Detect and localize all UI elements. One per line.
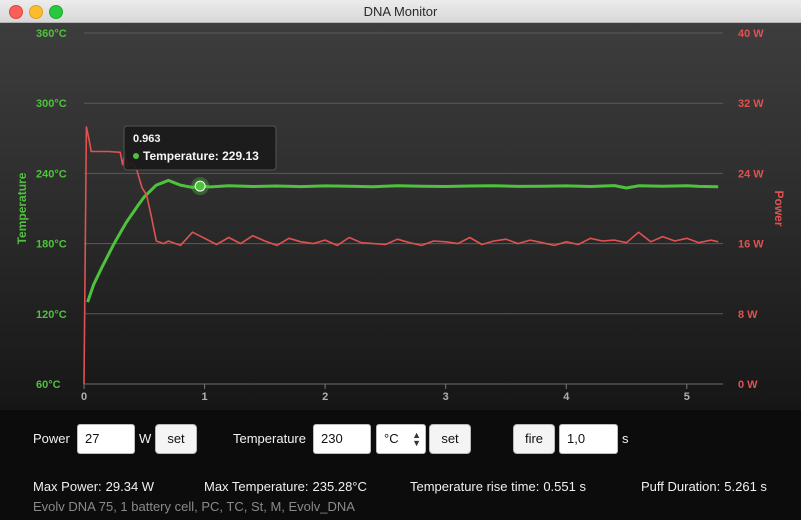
window-title: DNA Monitor <box>363 4 438 19</box>
rise-time-label: Temperature rise time: <box>410 479 540 494</box>
max-power-label: Max Power: <box>33 479 102 494</box>
chart: 60°C 0 W120°C 8 W180°C 16 W240°C 24 W300°C 32… <box>15 28 786 403</box>
rise-time-value: 0.551 s <box>543 479 586 494</box>
y-left-tick-label: 60°C <box>36 379 61 391</box>
power-set-button[interactable]: set <box>155 424 197 454</box>
temperature-input[interactable]: 230 <box>313 424 371 454</box>
power-unit: W <box>139 431 152 446</box>
chart-area: 60°C 0 W 120°C 8 W 180°C 16 W 240°C 24 W 300°C 32… <box>0 23 801 410</box>
temperature-unit-value: °C <box>384 431 399 446</box>
max-temperature-stat: Max Temperature: 235.28°C <box>204 479 367 494</box>
puff-duration-stat: Puff Duration: 5.261 s <box>641 479 767 494</box>
tooltip-series-dot <box>133 153 139 159</box>
y-right-tick-label: 0 W <box>738 379 758 391</box>
y-left-tick-label: 300°C <box>36 98 67 110</box>
x-tick-label: 2 <box>322 391 328 403</box>
puff-duration-label: Puff Duration: <box>641 479 721 494</box>
y-right-tick-label: 32 W <box>738 98 764 110</box>
y-right-axis-title: Power <box>772 190 786 226</box>
y-left-tick-label: 120°C <box>36 309 67 321</box>
x-tick-label: 1 <box>202 391 208 403</box>
y-left-tick-label: 360°C <box>36 28 67 40</box>
max-power-stat: Max Power: 29.34 W <box>33 479 154 494</box>
rise-time-stat: Temperature rise time: 0.551 s <box>410 479 586 494</box>
x-tick-label: 5 <box>684 391 690 403</box>
fire-duration-input[interactable]: 1,0 <box>559 424 618 454</box>
y-left-axis-title: Temperature <box>15 172 29 244</box>
x-tick-label: 4 <box>563 391 570 403</box>
device-info: Evolv DNA 75, 1 battery cell, PC, TC, St… <box>33 499 355 514</box>
max-temperature-label: Max Temperature: <box>204 479 309 494</box>
power-input[interactable]: 27 <box>77 424 135 454</box>
temperature-set-button[interactable]: set <box>429 424 471 454</box>
title-bar: DNA Monitor <box>0 0 801 23</box>
x-tick-label: 0 <box>81 391 87 403</box>
power-label: Power <box>33 431 70 446</box>
hover-marker <box>194 180 206 192</box>
x-tick-label: 3 <box>443 391 449 403</box>
tooltip-x-value: 0.963 <box>133 133 161 145</box>
y-right-tick-label: 8 W <box>738 309 758 321</box>
puff-duration-value: 5.261 s <box>724 479 767 494</box>
select-arrows-icon: ▲ ▼ <box>412 430 421 448</box>
max-temperature-value: 235.28°C <box>312 479 367 494</box>
fire-button[interactable]: fire <box>513 424 555 454</box>
y-right-tick-label: 40 W <box>738 28 764 40</box>
max-power-value: 29.34 W <box>105 479 155 494</box>
tooltip-series-label: Temperature: 229.13 <box>143 149 259 163</box>
fire-duration-unit: s <box>622 431 629 446</box>
y-right-tick-label: 16 W <box>738 239 764 251</box>
temperature-unit-select[interactable]: °C ▲ ▼ <box>376 424 426 454</box>
y-left-tick-label: 240°C <box>36 168 67 180</box>
temperature-label: Temperature <box>233 431 306 446</box>
y-left-tick-label: 180°C <box>36 239 67 251</box>
y-right-tick-label: 24 W <box>738 168 764 180</box>
control-panel: Power 27 W set Temperature 230 °C ▲ ▼ set… <box>0 410 801 520</box>
